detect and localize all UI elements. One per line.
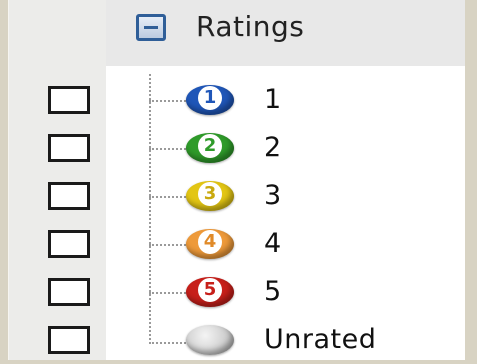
rating-unrated-badge-icon [186,325,234,355]
rating-1-checkbox[interactable] [48,86,90,114]
rating-5-badge-icon: 5 [186,277,234,307]
rating-2-checkbox[interactable] [48,134,90,162]
rating-4-label: 4 [264,228,282,259]
rating-3-checkbox[interactable] [48,182,90,210]
rating-1-badge-icon: 1 [186,85,234,115]
rating-unrated-checkbox[interactable] [48,326,90,354]
rating-3-badge-icon: 3 [186,181,234,211]
rating-row-4[interactable]: 4 4 [0,220,465,268]
window-edge [465,0,477,360]
rating-4-checkbox[interactable] [48,230,90,258]
rating-4-badge-number: 4 [198,230,222,254]
rating-5-label: 5 [264,276,282,307]
rating-5-badge-number: 5 [198,278,222,302]
rating-4-badge-icon: 4 [186,229,234,259]
rating-2-label: 2 [264,132,282,163]
rating-row-5[interactable]: 5 5 [0,268,465,316]
rating-row-unrated[interactable]: Unrated [0,316,465,364]
rating-2-badge-icon: 2 [186,133,234,163]
rating-row-3[interactable]: 3 3 [0,172,465,220]
rating-row-2[interactable]: 2 2 [0,124,465,172]
rating-2-badge-number: 2 [198,134,222,158]
rating-1-badge-number: 1 [198,86,222,110]
collapse-minus-icon[interactable] [136,14,166,41]
rating-3-label: 3 [264,180,282,211]
rating-1-label: 1 [264,84,282,115]
rating-unrated-label: Unrated [264,324,377,355]
rating-3-badge-number: 3 [198,182,222,206]
rating-5-checkbox[interactable] [48,278,90,306]
rating-row-1[interactable]: 1 1 [0,76,465,124]
ratings-group-title: Ratings [196,10,305,43]
